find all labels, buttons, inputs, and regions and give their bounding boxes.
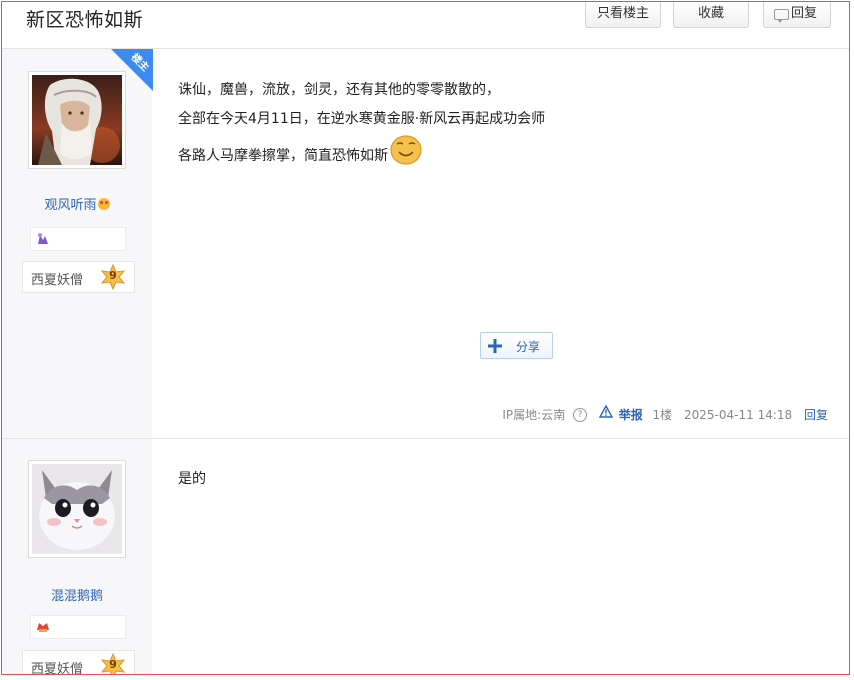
post-line: 诛仙，魔兽，流放，剑灵，还有其他的零零散散的， <box>178 82 500 98</box>
share-label: 分享 <box>516 340 541 354</box>
report-link[interactable]: 举报 <box>619 406 643 423</box>
thread-title: 新区恐怖如斯 <box>26 9 144 31</box>
share-button[interactable]: 分享 <box>480 332 553 359</box>
thread-frame: 新区恐怖如斯 只看楼主 收藏 回复 观风听雨 西夏妖僧 9 楼主 诛仙，魔兽，流… <box>1 1 850 675</box>
smiley-icon <box>390 135 422 165</box>
post-line: 各路人马摩拳擦掌，简直恐怖如斯 <box>178 148 388 164</box>
post-floor-1: 观风听雨 西夏妖僧 9 楼主 诛仙，魔兽，流放，剑灵，还有其他的零零散散的， 全… <box>2 49 849 439</box>
username[interactable]: 混混鹅鹅 <box>2 585 152 604</box>
post-line-with-emoji: 各路人马摩拳擦掌，简直恐怖如斯 <box>178 134 545 171</box>
reply-button-label: 回复 <box>790 6 817 21</box>
member-badge-icon[interactable] <box>35 620 51 634</box>
post-line: 是的 <box>178 471 206 487</box>
member-badge-icon[interactable] <box>35 232 51 246</box>
author-sidebar: 混混鹅鹅 西夏妖僧 9 <box>2 439 152 675</box>
share-plus-icon <box>488 339 502 353</box>
level-name: 西夏妖僧 <box>31 662 84 675</box>
level-name: 西夏妖僧 <box>31 273 84 288</box>
help-icon[interactable]: ? <box>573 407 588 422</box>
user-icon-box <box>30 615 126 639</box>
level-badge[interactable]: 西夏妖僧 9 <box>22 650 135 675</box>
post-content: 诛仙，魔兽，流放，剑灵，还有其他的零零散散的， 全部在今天4月11日，在逆水寒黄… <box>178 76 545 171</box>
user-icon-box <box>30 227 126 251</box>
only-op-button[interactable]: 只看楼主 <box>585 2 661 28</box>
reply-icon <box>774 9 789 23</box>
level-number: 9 <box>109 269 117 282</box>
heart-eyes-emoji-icon <box>97 198 110 210</box>
floor-number: 1楼 <box>652 408 673 422</box>
avatar-image <box>32 75 122 165</box>
favorite-button[interactable]: 收藏 <box>673 2 749 28</box>
username-text: 观风听雨 <box>44 198 97 213</box>
avatar[interactable] <box>28 460 126 558</box>
level-badge[interactable]: 西夏妖僧 9 <box>22 261 135 293</box>
post-time: 2025-04-11 14:18 <box>684 407 793 422</box>
post-content: 是的 <box>178 465 206 494</box>
level-number: 9 <box>109 658 117 671</box>
username[interactable]: 观风听雨 <box>2 194 152 213</box>
reply-button[interactable]: 回复 <box>763 2 831 28</box>
author-sidebar: 观风听雨 西夏妖僧 9 <box>2 49 152 438</box>
ip-location: IP属地:云南 <box>502 408 566 422</box>
post-info-bar: IP属地:云南 ? 举报 1楼 2025-04-11 14:18 回复 <box>502 404 828 423</box>
op-badge: 楼主 <box>111 49 153 91</box>
post-line: 全部在今天4月11日，在逆水寒黄金服·新风云再起成功会师 <box>178 111 546 127</box>
avatar-image <box>32 464 122 554</box>
post-floor-2: 混混鹅鹅 西夏妖僧 9 是的 <box>2 439 849 675</box>
warning-icon <box>598 404 614 418</box>
thread-header: 新区恐怖如斯 只看楼主 收藏 回复 <box>2 2 849 49</box>
reply-link[interactable]: 回复 <box>804 406 828 423</box>
